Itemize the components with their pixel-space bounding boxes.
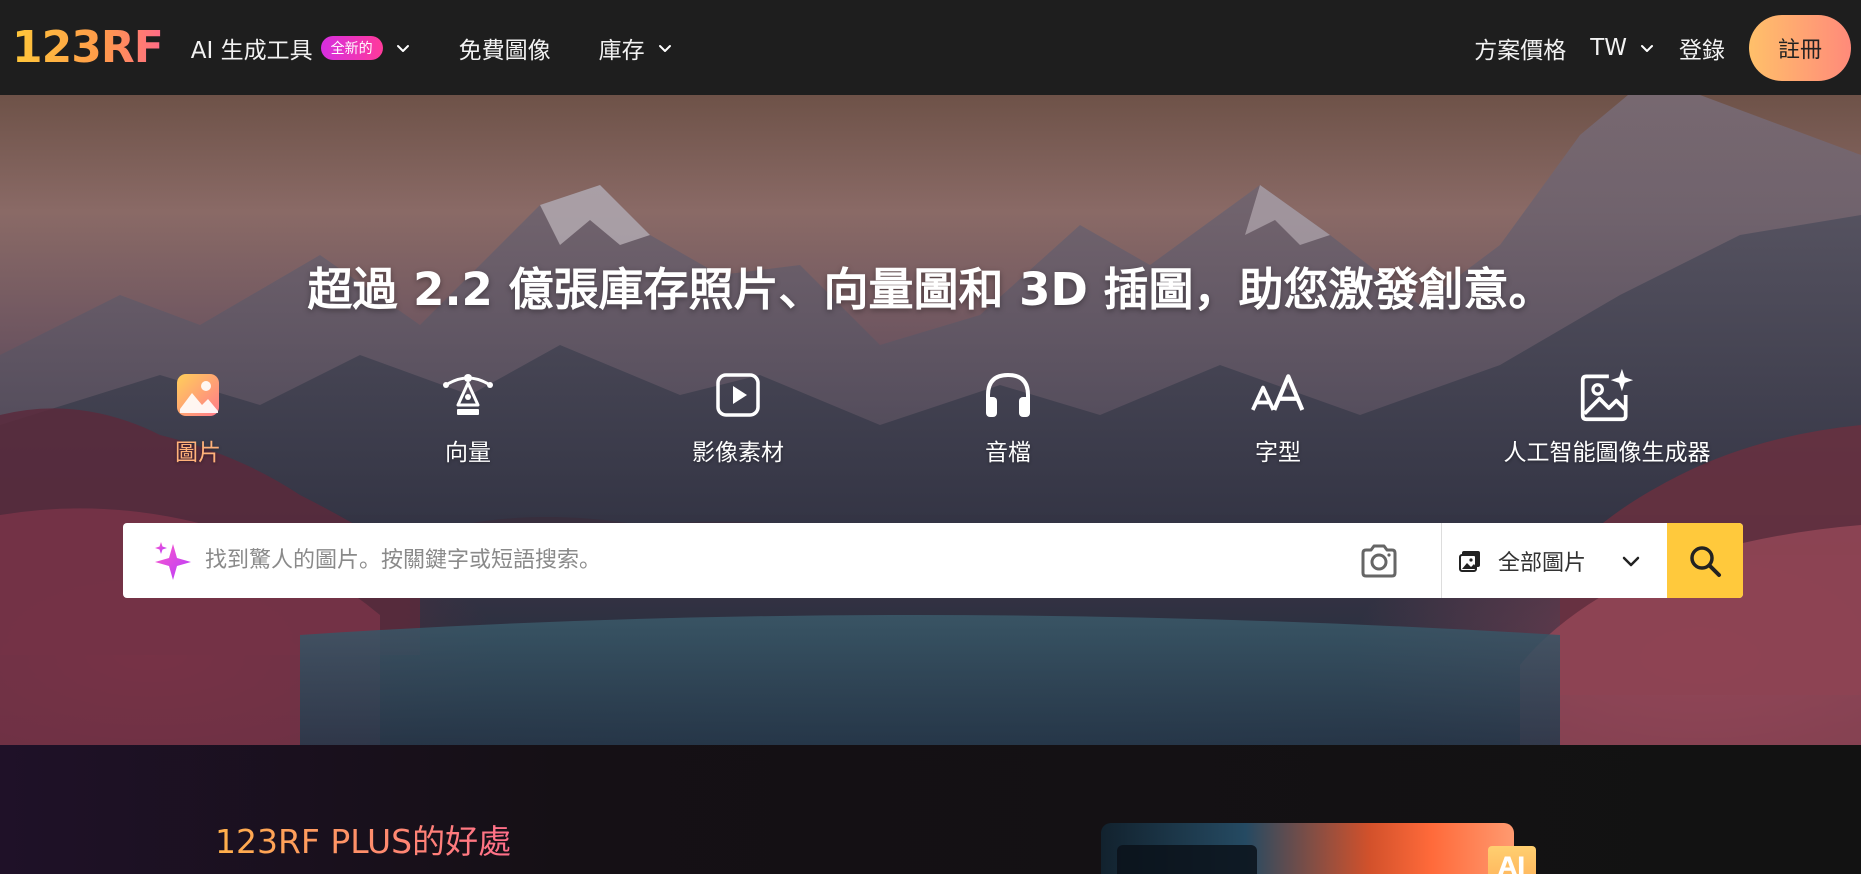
- nav-ai-tools-label: AI 生成工具: [190, 37, 313, 64]
- search-bar: 全部圖片: [123, 523, 1743, 598]
- headphones-icon: [980, 367, 1036, 423]
- category-ai-generator[interactable]: 人工智能圖像生成器: [1487, 367, 1727, 467]
- category-images-label: 圖片: [175, 440, 221, 466]
- plus-benefits-title: 123RF PLUS的好處: [215, 815, 511, 863]
- category-audio[interactable]: 音檔: [888, 367, 1128, 467]
- category-fonts[interactable]: 字型: [1158, 367, 1398, 467]
- hero-headline: 超過 2.2 億張庫存照片、向量圖和 3D 插圖，助您激發創意。: [307, 263, 1554, 316]
- chevron-down-icon: [396, 44, 409, 52]
- logo[interactable]: 123RF: [12, 22, 164, 73]
- new-badge: 全新的: [320, 35, 383, 60]
- category-images[interactable]: 圖片: [78, 367, 318, 467]
- search-input[interactable]: [205, 523, 1357, 598]
- category-videos[interactable]: 影像素材: [618, 367, 858, 467]
- category-fonts-label: 字型: [1255, 440, 1301, 466]
- nav-free-images[interactable]: 免費圖像: [459, 31, 551, 65]
- ai-tag-badge: AI: [1488, 846, 1536, 874]
- video-play-icon: [710, 367, 766, 423]
- nav-stock[interactable]: 庫存: [599, 31, 673, 65]
- category-ai-generator-label: 人工智能圖像生成器: [1503, 440, 1711, 466]
- promo-image: [1101, 823, 1514, 874]
- category-vectors[interactable]: 向量: [348, 367, 588, 467]
- signup-button[interactable]: 註冊: [1749, 14, 1851, 81]
- region-selector[interactable]: TW: [1590, 35, 1655, 61]
- header-right-group: 方案價格 TW 登錄 註冊: [1474, 0, 1851, 95]
- sparkle-icon: [155, 541, 191, 580]
- font-icon: [1250, 367, 1306, 423]
- chevron-down-icon: [658, 44, 671, 52]
- search-button[interactable]: [1667, 523, 1743, 598]
- chevron-down-icon: [1622, 556, 1640, 566]
- images-icon: [1459, 550, 1480, 572]
- login-link[interactable]: 登錄: [1679, 31, 1725, 65]
- top-navigation-bar: 123RF AI 生成工具 全新的 免費圖像 庫存 方案價格 TW 登錄 註冊: [0, 0, 1861, 95]
- search-icon: [1690, 545, 1721, 577]
- promo-screen: [1117, 845, 1257, 874]
- asset-type-value: 全部圖片: [1498, 550, 1587, 576]
- camera-icon[interactable]: [1357, 539, 1401, 583]
- plus-benefits-section: 123RF PLUS的好處 AI: [0, 745, 1861, 874]
- category-audio-label: 音檔: [985, 440, 1031, 466]
- login-label: 登錄: [1679, 37, 1725, 64]
- region-label: TW: [1590, 34, 1627, 61]
- category-videos-label: 影像素材: [692, 440, 784, 466]
- hero-banner: 超過 2.2 億張庫存照片、向量圖和 3D 插圖，助您激發創意。 圖片 向量 影…: [0, 95, 1861, 745]
- nav-ai-tools[interactable]: AI 生成工具 全新的: [191, 31, 411, 65]
- nav-free-images-label: 免費圖像: [458, 37, 551, 64]
- category-vectors-label: 向量: [445, 440, 491, 466]
- nav-stock-label: 庫存: [598, 37, 645, 64]
- image-icon: [170, 367, 226, 423]
- chevron-down-icon: [1641, 44, 1653, 52]
- ai-image-icon: [1579, 367, 1635, 423]
- category-tabs: 圖片 向量 影像素材 音檔 字型 人工智能圖像生成器: [0, 367, 1861, 477]
- nav-pricing[interactable]: 方案價格: [1474, 31, 1566, 65]
- nav-pricing-label: 方案價格: [1474, 37, 1567, 64]
- pen-tool-icon: [440, 367, 496, 423]
- asset-type-select[interactable]: 全部圖片: [1442, 523, 1667, 598]
